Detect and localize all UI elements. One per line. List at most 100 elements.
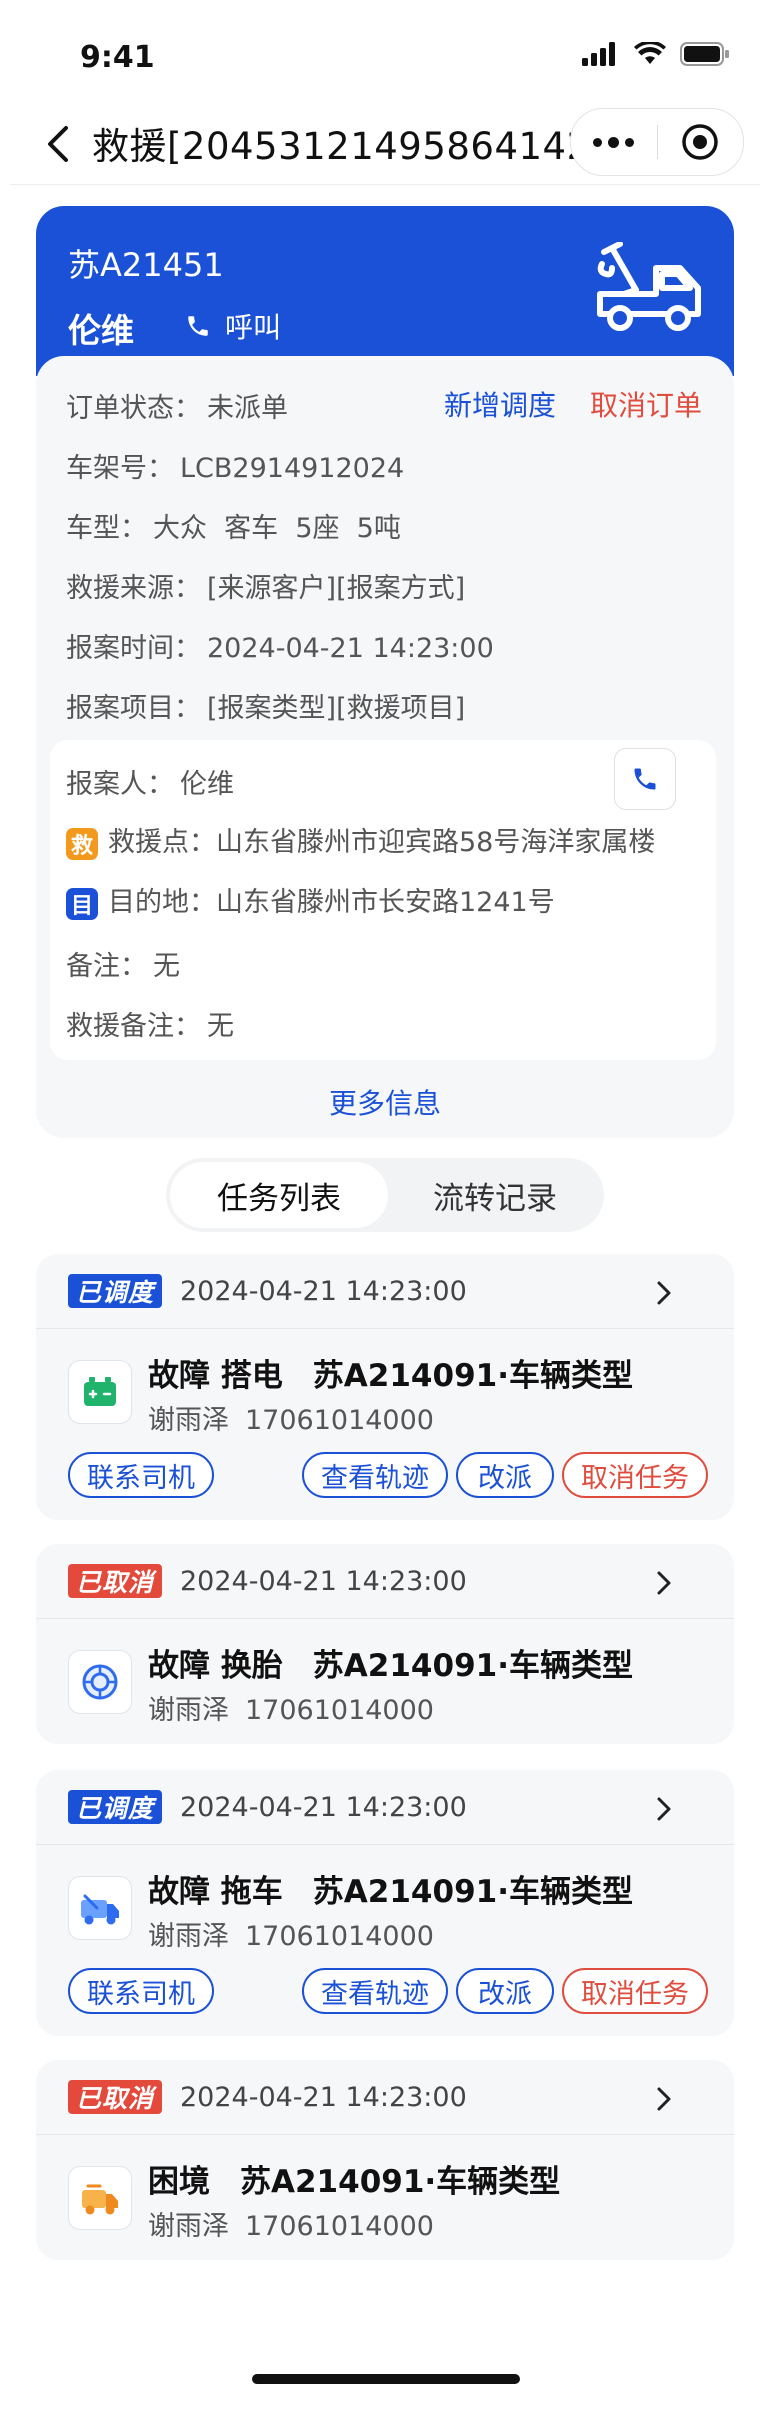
view-track-button[interactable]: 查看轨迹	[302, 1452, 448, 1498]
more-dot-icon	[625, 137, 635, 147]
status-badge: 已取消	[68, 2080, 163, 2114]
contact-driver-button[interactable]: 联系司机	[68, 1452, 214, 1498]
more-dot-icon	[593, 137, 603, 147]
task-time: 2024-04-21 14:23:00	[180, 1792, 467, 1823]
driver-name: 谢雨泽	[148, 1405, 229, 1436]
task-title: 故障 搭电 苏A214091·车辆类型	[148, 1350, 633, 1395]
task-driver: 谢雨泽 17061014000	[148, 1914, 434, 1953]
back-button[interactable]	[38, 118, 78, 170]
order-status-label: 订单状态：	[66, 393, 201, 424]
destination-row: 目目的地：山东省滕州市长安路1241号	[66, 880, 555, 920]
reporter-name: 伦维	[68, 311, 134, 350]
reporter-label: 报案人：	[66, 769, 174, 800]
task-title: 故障 换胎 苏A214091·车辆类型	[148, 1640, 633, 1685]
driver-phone: 17061014000	[245, 1921, 434, 1952]
report-item-row: 报案项目： [报案类型][救援项目]	[66, 686, 465, 725]
task-header[interactable]: 已调度 2024-04-21 14:23:00	[36, 1254, 734, 1328]
task-header[interactable]: 已取消 2024-04-21 14:23:00	[36, 1544, 734, 1618]
driver-phone: 17061014000	[245, 1405, 434, 1436]
report-time-label: 报案时间：	[66, 633, 201, 664]
rescue-source-row: 救援来源： [来源客户][报案方式]	[66, 566, 465, 605]
more-info-link[interactable]: 更多信息	[0, 1082, 770, 1122]
vehicle-plate: 苏A21451	[68, 246, 224, 284]
driver-phone: 17061014000	[245, 2211, 434, 2242]
chevron-right-icon	[657, 1281, 671, 1305]
contact-driver-button[interactable]: 联系司机	[68, 1968, 214, 2014]
cancel-task-button[interactable]: 取消任务	[562, 1452, 708, 1498]
task-header[interactable]: 已调度 2024-04-21 14:23:00	[36, 1770, 734, 1844]
report-time-value: 2024-04-21 14:23:00	[207, 633, 494, 664]
task-card[interactable]: 已取消 2024-04-21 14:23:00 故障 换胎 苏A214091·车辆…	[36, 1544, 734, 1744]
task-driver: 谢雨泽 17061014000	[148, 1688, 434, 1727]
tow-truck-icon	[68, 1876, 132, 1940]
task-time: 2024-04-21 14:23:00	[180, 1566, 467, 1597]
cancel-order-button[interactable]: 取消订单	[590, 384, 702, 424]
more-menu-button[interactable]	[571, 109, 657, 175]
close-mini-program-button[interactable]	[658, 109, 744, 175]
cancel-task-button[interactable]: 取消任务	[562, 1968, 708, 2014]
task-card[interactable]: 已调度 2024-04-21 14:23:00 故障 拖车 苏A214091·车辆…	[36, 1770, 734, 2036]
call-reporter-button[interactable]	[614, 748, 676, 810]
report-item-value: [报案类型][救援项目]	[207, 693, 466, 724]
more-dot-icon	[608, 136, 620, 148]
rescue-source-value: [来源客户][报案方式]	[207, 573, 466, 604]
tab-transfer-record[interactable]: 流转记录	[388, 1162, 602, 1228]
view-track-button[interactable]: 查看轨迹	[302, 1968, 448, 2014]
chevron-right-icon	[657, 1797, 671, 1821]
rescue-source-label: 救援来源：	[66, 573, 201, 604]
mini-program-capsule	[570, 108, 744, 176]
vehicle-model-value: 大众 客车 5座 5吨	[153, 513, 401, 544]
task-divider	[36, 1328, 734, 1329]
battery-status-icon	[680, 42, 729, 66]
order-status-row: 订单状态： 未派单	[66, 386, 288, 425]
task-driver: 谢雨泽 17061014000	[148, 2204, 434, 2243]
rescue-point-value: 山东省滕州市迎宾路58号海洋家属楼	[216, 827, 656, 858]
vin-row: 车架号： LCB2914912024	[66, 446, 404, 485]
chevron-left-icon	[48, 126, 68, 162]
remark-row: 备注：无	[66, 944, 180, 983]
tire-icon	[68, 1650, 132, 1714]
status-time: 9:41	[80, 40, 155, 75]
driver-name: 谢雨泽	[148, 1695, 229, 1726]
task-driver: 谢雨泽 17061014000	[148, 1398, 434, 1437]
call-label: 呼叫	[225, 311, 282, 344]
task-type: 困境	[148, 2164, 210, 2200]
destination-label: 目的地：	[108, 887, 216, 918]
chevron-right-icon	[657, 2087, 671, 2111]
tab-task-list[interactable]: 任务列表	[170, 1162, 388, 1228]
rescue-point-label: 救援点：	[108, 827, 216, 858]
task-card[interactable]: 已调度 2024-04-21 14:23:00 故障 搭电 苏A214091·车辆…	[36, 1254, 734, 1520]
stuck-vehicle-icon	[68, 2166, 132, 2230]
rescue-point-row: 救救援点：山东省滕州市迎宾路58号海洋家属楼	[66, 820, 655, 860]
task-vehicle: 苏A214091·车辆类型	[312, 1874, 633, 1910]
task-time: 2024-04-21 14:23:00	[180, 2082, 467, 2113]
task-type: 故障 搭电	[148, 1358, 283, 1394]
reassign-button[interactable]: 改派	[456, 1452, 554, 1498]
task-vehicle: 苏A214091·车辆类型	[312, 1648, 633, 1684]
target-close-icon	[682, 124, 718, 160]
status-badge: 已调度	[68, 1790, 163, 1824]
status-icons	[582, 42, 730, 66]
task-card[interactable]: 已取消 2024-04-21 14:23:00 困境 苏A214091·车辆类型 …	[36, 2060, 734, 2260]
reporter-value: 伦维	[180, 769, 234, 800]
task-header[interactable]: 已取消 2024-04-21 14:23:00	[36, 2060, 734, 2134]
wifi-icon	[634, 42, 666, 64]
add-dispatch-button[interactable]: 新增调度	[444, 384, 556, 424]
vin-value: LCB2914912024	[180, 453, 405, 484]
task-vehicle: 苏A214091·车辆类型	[312, 1358, 633, 1394]
task-type: 故障 换胎	[148, 1648, 283, 1684]
report-time-row: 报案时间： 2024-04-21 14:23:00	[66, 626, 494, 665]
rescue-remark-row: 救援备注：无	[66, 1004, 234, 1043]
status-badge: 已调度	[68, 1274, 163, 1308]
phone-icon	[188, 316, 208, 336]
reassign-button[interactable]: 改派	[456, 1968, 554, 2014]
task-title: 困境 苏A214091·车辆类型	[148, 2156, 560, 2201]
home-indicator	[252, 2374, 520, 2384]
nav-divider	[10, 184, 760, 185]
task-time: 2024-04-21 14:23:00	[180, 1276, 467, 1307]
driver-name: 谢雨泽	[148, 2211, 229, 2242]
call-button[interactable]: 呼叫	[185, 306, 281, 346]
destination-tag-icon: 目	[66, 887, 98, 920]
order-status-value: 未派单	[207, 393, 288, 424]
battery-icon	[68, 1360, 132, 1424]
